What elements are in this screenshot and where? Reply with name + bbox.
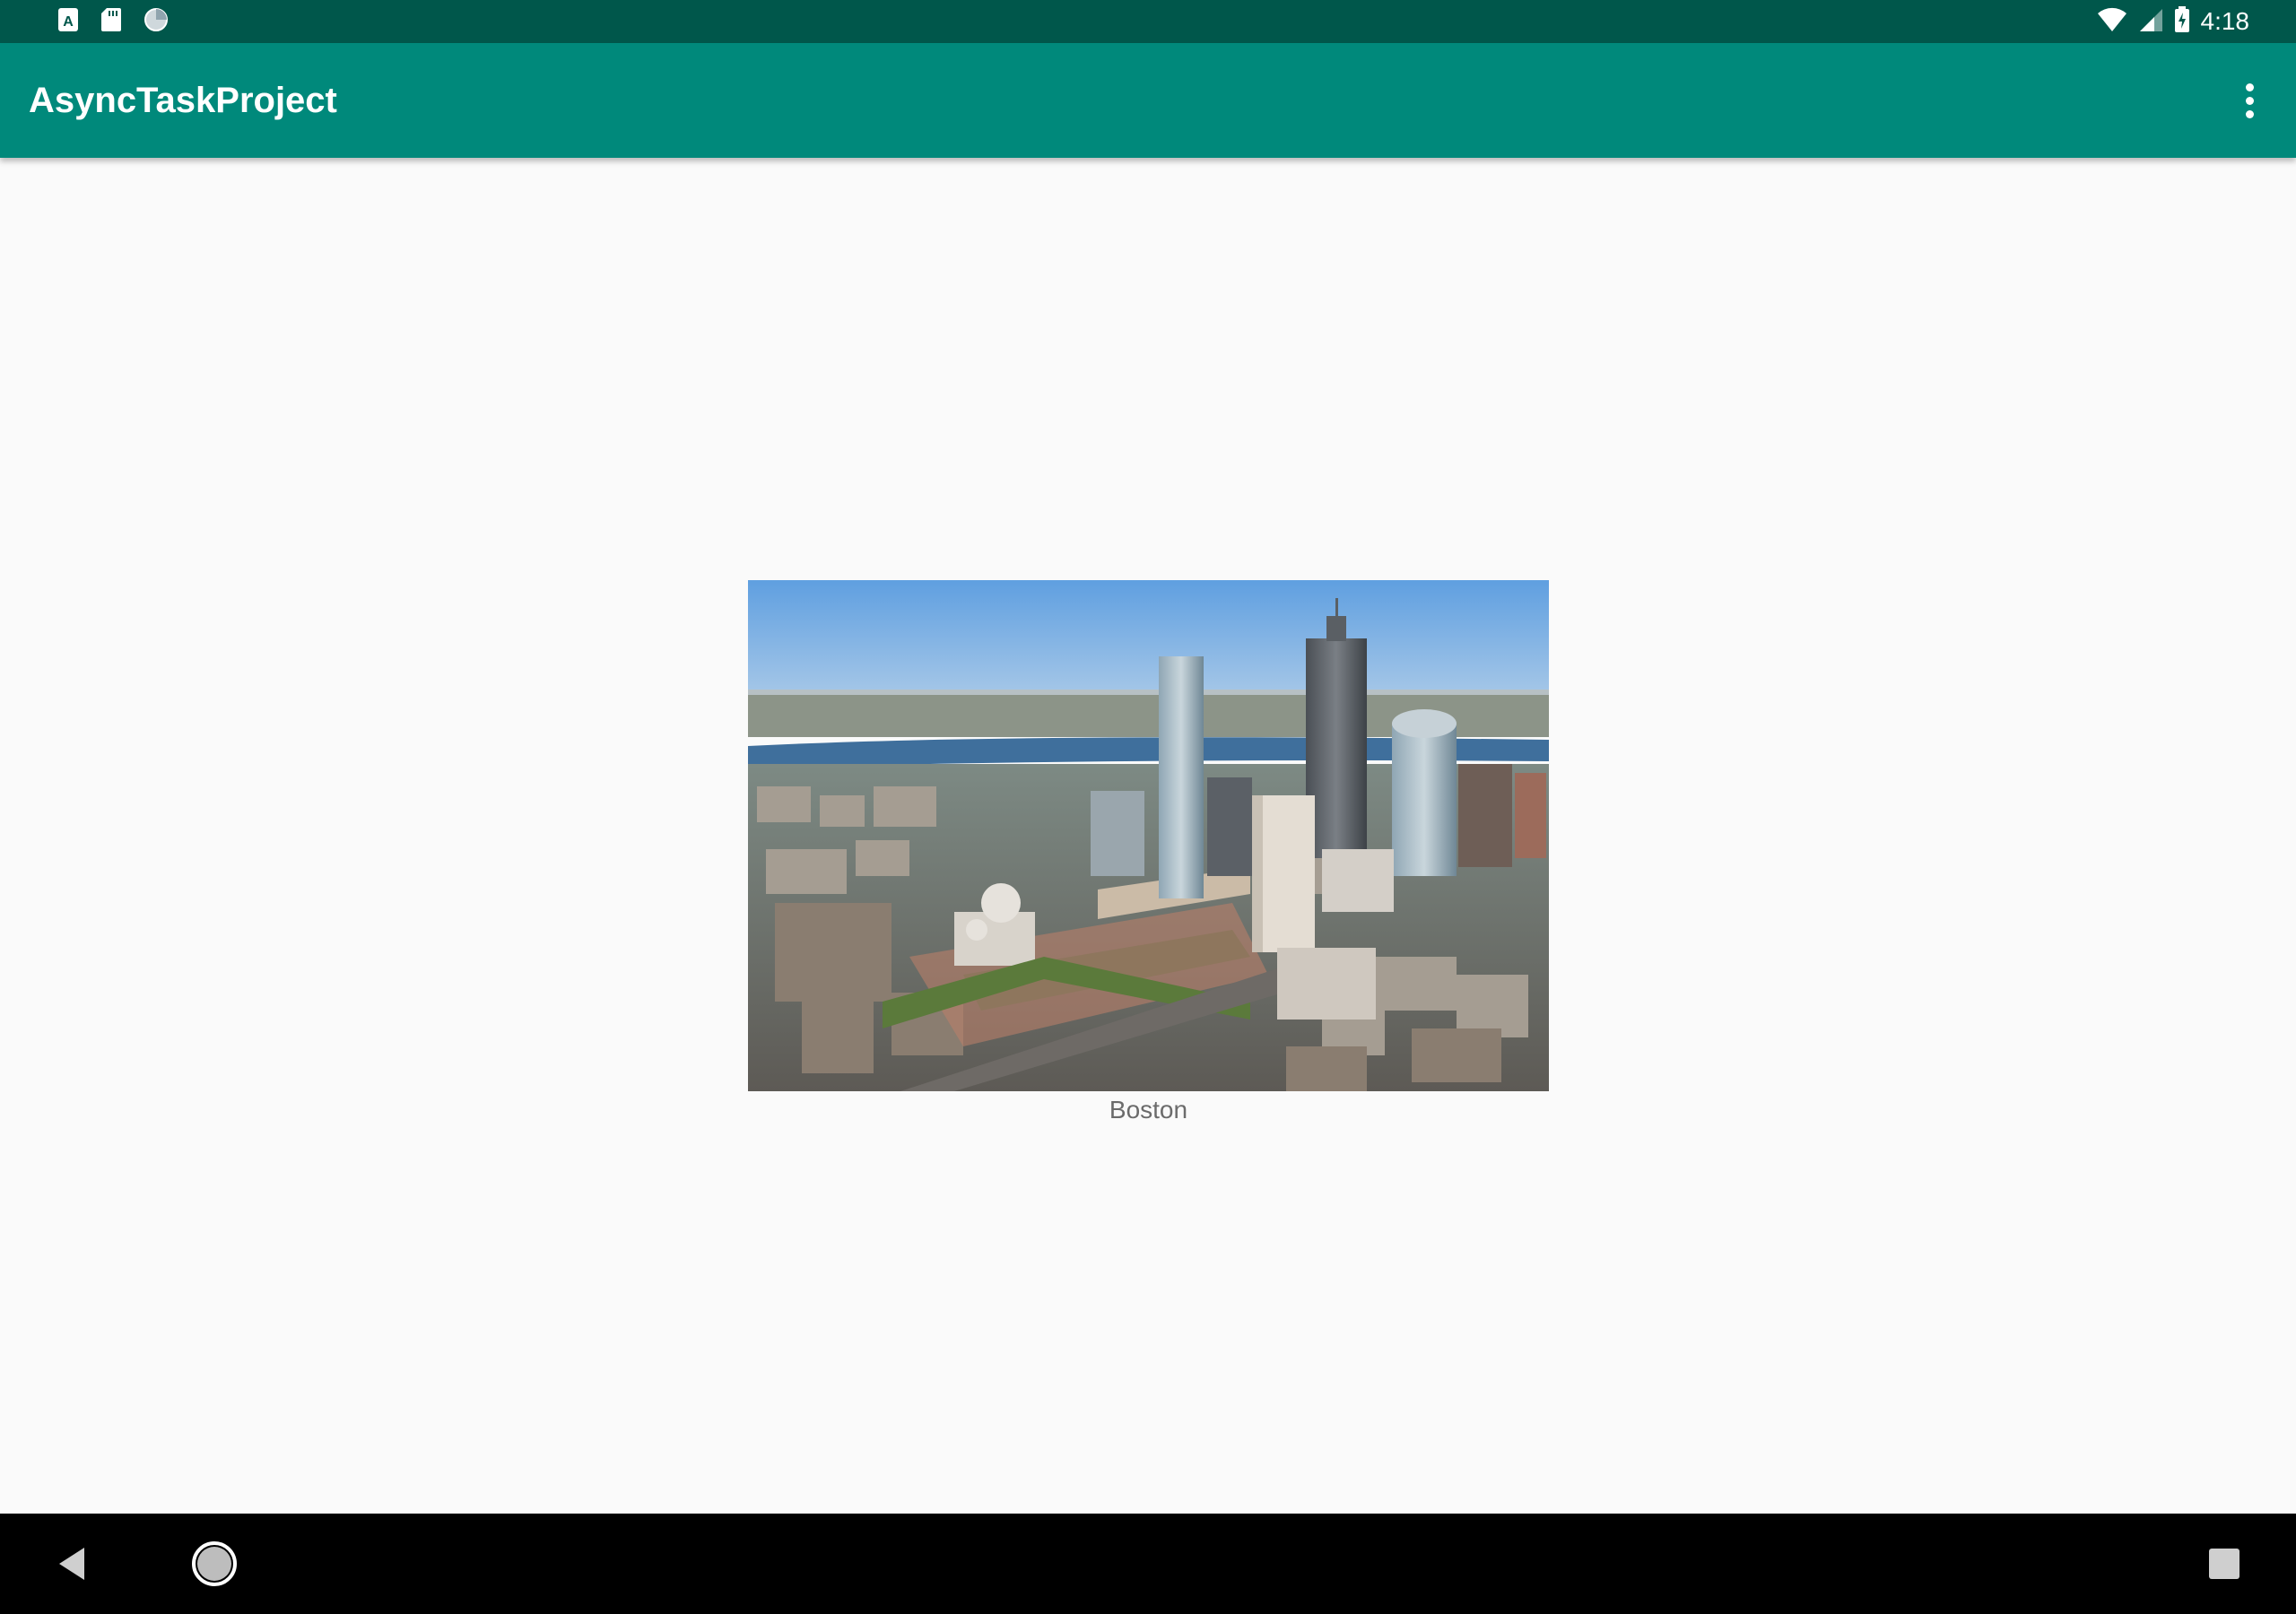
- home-button[interactable]: [164, 1514, 265, 1614]
- svg-text:A: A: [63, 14, 74, 30]
- status-left-icons: A: [57, 7, 169, 36]
- recents-button[interactable]: [2174, 1514, 2274, 1614]
- more-vert-icon-dot: [2245, 96, 2254, 105]
- sd-card-icon: [100, 7, 122, 37]
- image-caption: Boston: [1109, 1096, 1188, 1124]
- more-vert-icon-dot: [2245, 109, 2254, 118]
- back-button[interactable]: [22, 1514, 122, 1614]
- app-title: AsyncTaskProject: [29, 81, 337, 120]
- navigation-bar: [0, 1514, 2296, 1614]
- overflow-menu-button[interactable]: [2213, 65, 2285, 136]
- status-right-icons: 4:18: [2097, 5, 2250, 38]
- back-icon: [59, 1548, 84, 1580]
- sync-circle-icon: [144, 7, 169, 37]
- status-time: 4:18: [2200, 7, 2250, 35]
- wifi-icon: [2097, 7, 2127, 37]
- more-vert-icon: [2245, 82, 2254, 91]
- city-photo: [748, 580, 1549, 1091]
- cell-signal-icon: [2138, 7, 2163, 37]
- app-notification-icon: A: [57, 7, 79, 37]
- city-photo-illustration: [748, 580, 1549, 1091]
- recents-icon: [2209, 1549, 2239, 1579]
- app-bar: AsyncTaskProject: [0, 43, 2296, 158]
- status-bar: A 4:18: [0, 0, 2296, 43]
- battery-charging-icon: [2174, 5, 2190, 38]
- home-icon: [192, 1541, 237, 1586]
- main-content: Boston: [0, 158, 2296, 1514]
